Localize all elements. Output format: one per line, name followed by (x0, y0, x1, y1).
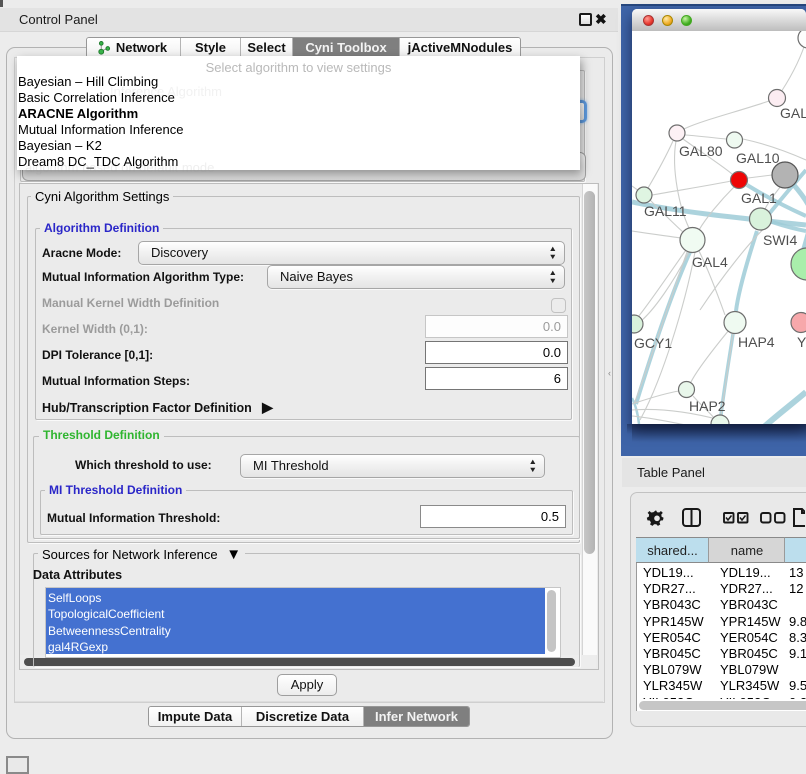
svg-text:GAL7: GAL7 (780, 105, 806, 121)
svg-text:SWI4: SWI4 (763, 232, 797, 248)
svg-text:GCY1: GCY1 (634, 335, 672, 351)
svg-text:GAL11: GAL11 (644, 203, 687, 219)
svg-text:HAP2: HAP2 (689, 398, 726, 414)
svg-text:GAL1: GAL1 (741, 190, 777, 206)
svg-text:GAL4: GAL4 (692, 254, 728, 270)
svg-text:HAP4: HAP4 (738, 334, 775, 350)
svg-text:GAL80: GAL80 (679, 143, 723, 159)
svg-text:GAL10: GAL10 (736, 150, 780, 166)
svg-text:YJ: YJ (797, 334, 806, 350)
